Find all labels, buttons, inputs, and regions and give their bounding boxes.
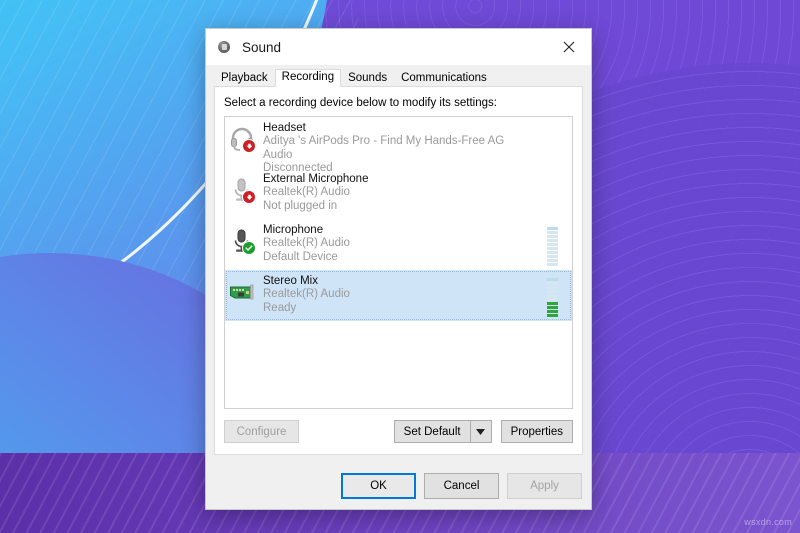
cancel-button[interactable]: Cancel <box>424 473 499 499</box>
pci-card-icon <box>229 279 255 305</box>
device-status: Ready <box>263 301 297 314</box>
device-meter-cell <box>532 173 572 176</box>
device-description: Realtek(R) Audio <box>263 288 350 300</box>
recording-tab-panel: Select a recording device below to modif… <box>214 86 583 455</box>
device-text: External Microphone Realtek(R) Audio Not… <box>259 173 532 213</box>
device-icon-cell <box>225 173 259 204</box>
panel-action-row: Configure Set Default Properties <box>215 409 582 454</box>
device-meter-cell <box>532 275 572 317</box>
sound-dialog: Sound Playback Recording Sounds Communic… <box>205 28 592 510</box>
properties-label: Properties <box>510 425 563 438</box>
device-description: Realtek(R) Audio <box>263 237 350 249</box>
tab-sounds[interactable]: Sounds <box>341 69 395 86</box>
apply-button[interactable]: Apply <box>507 473 582 499</box>
properties-button[interactable]: Properties <box>500 420 573 443</box>
ok-button[interactable]: OK <box>341 473 416 499</box>
dialog-title: Sound <box>242 39 282 55</box>
default-device-badge <box>242 241 256 255</box>
configure-label: Configure <box>236 425 287 438</box>
set-default-button[interactable]: Set Default <box>393 420 471 443</box>
tab-communications[interactable]: Communications <box>394 69 494 86</box>
dialog-footer: OK Cancel Apply <box>206 463 591 509</box>
recording-device-list[interactable]: Headset Aditya 's AirPods Pro - Find My … <box>224 116 573 409</box>
set-default-split-button: Set Default <box>393 420 492 443</box>
list-item-stereo-mix[interactable]: Stereo Mix Realtek(R) Audio Ready <box>225 270 572 321</box>
volume-meter <box>546 227 558 266</box>
watermark: wsxdn.com <box>744 517 792 527</box>
chevron-down-icon[interactable] <box>470 420 492 443</box>
microphone-icon <box>229 177 256 204</box>
list-item[interactable]: Microphone Realtek(R) Audio Default Devi… <box>225 219 572 270</box>
device-icon-cell <box>225 224 259 255</box>
configure-button[interactable]: Configure <box>224 420 299 443</box>
device-description: Realtek(R) Audio <box>263 186 350 198</box>
device-meter-cell <box>532 122 572 125</box>
speaker-icon <box>217 39 233 55</box>
device-status: Default Device <box>263 250 338 263</box>
list-item[interactable]: Headset Aditya 's AirPods Pro - Find My … <box>225 117 572 174</box>
device-status: Not plugged in <box>263 199 338 212</box>
tab-recording[interactable]: Recording <box>274 69 342 87</box>
device-name: External Microphone <box>263 173 369 185</box>
device-meter-cell <box>532 224 572 266</box>
volume-meter-active <box>546 278 558 317</box>
headset-icon <box>229 126 256 153</box>
device-icon-cell <box>225 122 259 153</box>
device-name: Stereo Mix <box>263 275 318 287</box>
list-item[interactable]: External Microphone Realtek(R) Audio Not… <box>225 168 572 219</box>
panel-instruction: Select a recording device below to modif… <box>224 97 497 109</box>
device-text: Stereo Mix Realtek(R) Audio Ready <box>259 275 532 315</box>
disconnected-badge <box>242 139 256 153</box>
device-description: Aditya 's AirPods Pro - Find My Hands-Fr… <box>263 135 505 161</box>
not-plugged-in-badge <box>242 190 256 204</box>
tab-strip: Playback Recording Sounds Communications <box>214 67 591 87</box>
device-text: Microphone Realtek(R) Audio Default Devi… <box>259 224 532 264</box>
close-icon[interactable] <box>546 29 591 65</box>
microphone-icon <box>229 228 256 255</box>
dialog-titlebar: Sound <box>206 29 591 65</box>
device-name: Microphone <box>263 224 324 236</box>
device-name: Headset <box>263 122 306 134</box>
dialog-body: Playback Recording Sounds Communications… <box>206 65 591 509</box>
device-icon-cell <box>225 275 259 305</box>
tab-playback[interactable]: Playback <box>214 69 275 86</box>
set-default-label: Set Default <box>403 425 461 438</box>
